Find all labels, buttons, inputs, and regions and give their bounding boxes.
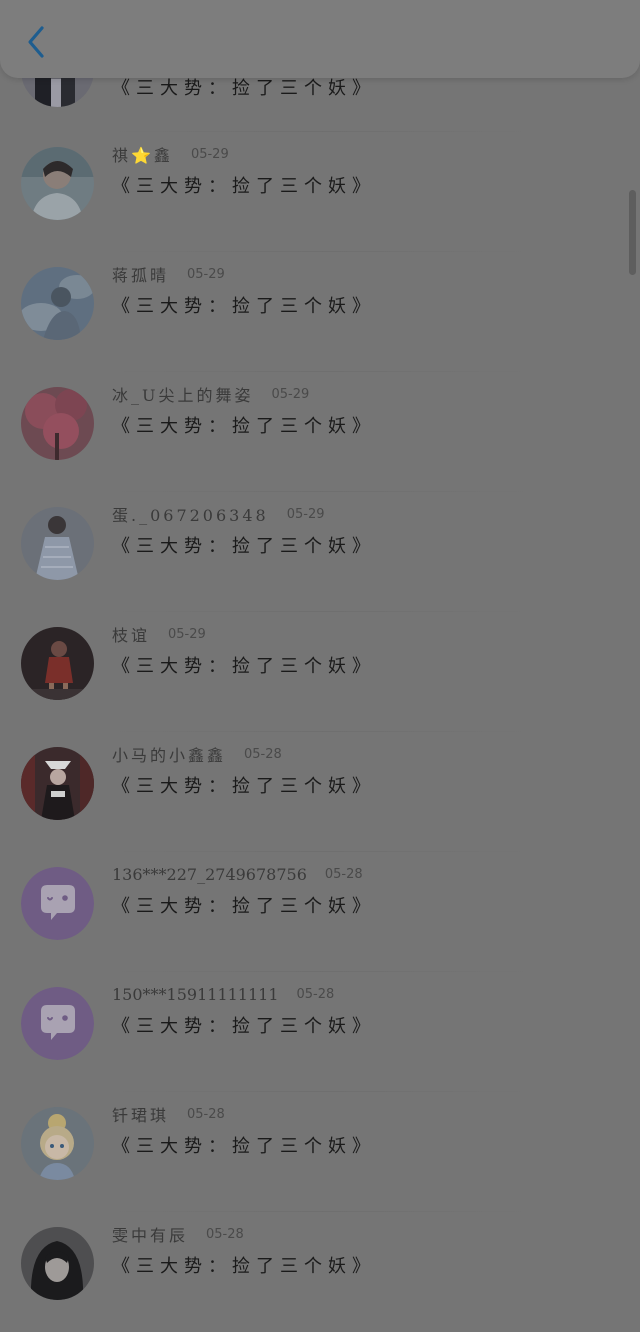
comment-meta: 雯中有辰 05-28 — [112, 1222, 244, 1246]
comment-text: 《三大势：捡了三个妖》 — [112, 1256, 376, 1277]
comment-date: 05-29 — [286, 506, 325, 522]
comment-date: 05-29 — [271, 386, 310, 402]
avatar[interactable] — [21, 867, 94, 940]
comment-row[interactable]: 冰_U尖上的舞姿 05-29 《三大势：捡了三个妖》 — [0, 372, 620, 492]
comment-row[interactable]: 钎珺琪 05-28 《三大势：捡了三个妖》 — [0, 1092, 620, 1212]
chevron-left-icon — [28, 26, 44, 58]
comment-row[interactable]: 祺⭐鑫 05-29 《三大势：捡了三个妖》 — [0, 132, 620, 252]
username[interactable]: 枝谊 — [112, 622, 150, 646]
comment-meta: 136***227_2749678756 05-28 — [112, 862, 363, 886]
comment-row[interactable]: 150***15911111111 05-28 《三大势：捡了三个妖》 — [0, 972, 620, 1092]
back-button[interactable] — [14, 20, 58, 64]
avatar[interactable] — [21, 147, 94, 220]
comment-meta: 蛋._067206348 05-29 — [112, 502, 325, 526]
comment-row[interactable]: 雯中有辰 05-28 《三大势：捡了三个妖》 — [0, 1212, 620, 1332]
comment-text: 《三大势：捡了三个妖》 — [112, 416, 376, 437]
comment-meta: 枝谊 05-29 — [112, 622, 206, 646]
chat-bubble-icon — [21, 987, 94, 1060]
comment-meta: 150***15911111111 05-28 — [112, 982, 334, 1006]
comment-date: 05-28 — [324, 866, 363, 882]
comment-text: 《三大势：捡了三个妖》 — [112, 656, 376, 677]
comment-date: 05-29 — [190, 146, 229, 162]
comment-text: 《三大势：捡了三个妖》 — [112, 1136, 376, 1157]
username[interactable]: 祺⭐鑫 — [112, 142, 173, 166]
avatar[interactable] — [21, 627, 94, 700]
top-bar — [0, 0, 640, 78]
username[interactable]: 蒋孤晴 — [112, 262, 169, 286]
comment-text: 《三大势：捡了三个妖》 — [112, 176, 376, 197]
username[interactable]: 136***227_2749678756 — [112, 865, 307, 884]
username[interactable]: 雯中有辰 — [112, 1222, 188, 1246]
avatar[interactable] — [21, 747, 94, 820]
comment-date: 05-28 — [187, 1106, 225, 1122]
comment-meta: 祺⭐鑫 05-29 — [112, 142, 229, 166]
username[interactable]: 150***15911111111 — [112, 985, 279, 1004]
avatar[interactable] — [21, 507, 94, 580]
comment-text: 《三大势：捡了三个妖》 — [112, 896, 376, 917]
comment-text: 《三大势：捡了三个妖》 — [112, 536, 376, 557]
comment-row[interactable]: 蛋._067206348 05-29 《三大势：捡了三个妖》 — [0, 492, 620, 612]
comment-date: 05-28 — [296, 986, 335, 1002]
comment-row[interactable]: 136***227_2749678756 05-28 《三大势：捡了三个妖》 — [0, 852, 620, 972]
comment-date: 05-28 — [206, 1226, 244, 1242]
avatar[interactable] — [21, 267, 94, 340]
avatar[interactable] — [21, 1227, 94, 1300]
avatar[interactable] — [21, 387, 94, 460]
comment-text: 《三大势：捡了三个妖》 — [112, 776, 376, 797]
comment-date: 05-28 — [244, 746, 282, 762]
username[interactable]: 冰_U尖上的舞姿 — [112, 382, 254, 406]
username[interactable]: 小马的小鑫鑫 — [112, 742, 226, 766]
scrollbar[interactable] — [629, 190, 636, 275]
comment-row[interactable]: 小马的小鑫鑫 05-28 《三大势：捡了三个妖》 — [0, 732, 620, 852]
chat-bubble-icon — [21, 867, 94, 940]
comment-meta: 蒋孤晴 05-29 — [112, 262, 225, 286]
comment-meta: 钎珺琪 05-28 — [112, 1102, 225, 1126]
comment-row[interactable]: 蒋孤晴 05-29 《三大势：捡了三个妖》 — [0, 252, 620, 372]
username[interactable]: 蛋._067206348 — [112, 502, 269, 526]
avatar[interactable] — [21, 987, 94, 1060]
comment-text: 《三大势：捡了三个妖》 — [112, 1016, 376, 1037]
comment-meta: 冰_U尖上的舞姿 05-29 — [112, 382, 309, 406]
comment-date: 05-29 — [168, 626, 206, 642]
comment-row[interactable]: 枝谊 05-29 《三大势：捡了三个妖》 — [0, 612, 620, 732]
username[interactable]: 钎珺琪 — [112, 1102, 169, 1126]
comment-text: 《三大势：捡了三个妖》 — [112, 296, 376, 317]
comment-meta: 小马的小鑫鑫 05-28 — [112, 742, 282, 766]
comment-date: 05-29 — [187, 266, 225, 282]
avatar[interactable] — [21, 1107, 94, 1180]
